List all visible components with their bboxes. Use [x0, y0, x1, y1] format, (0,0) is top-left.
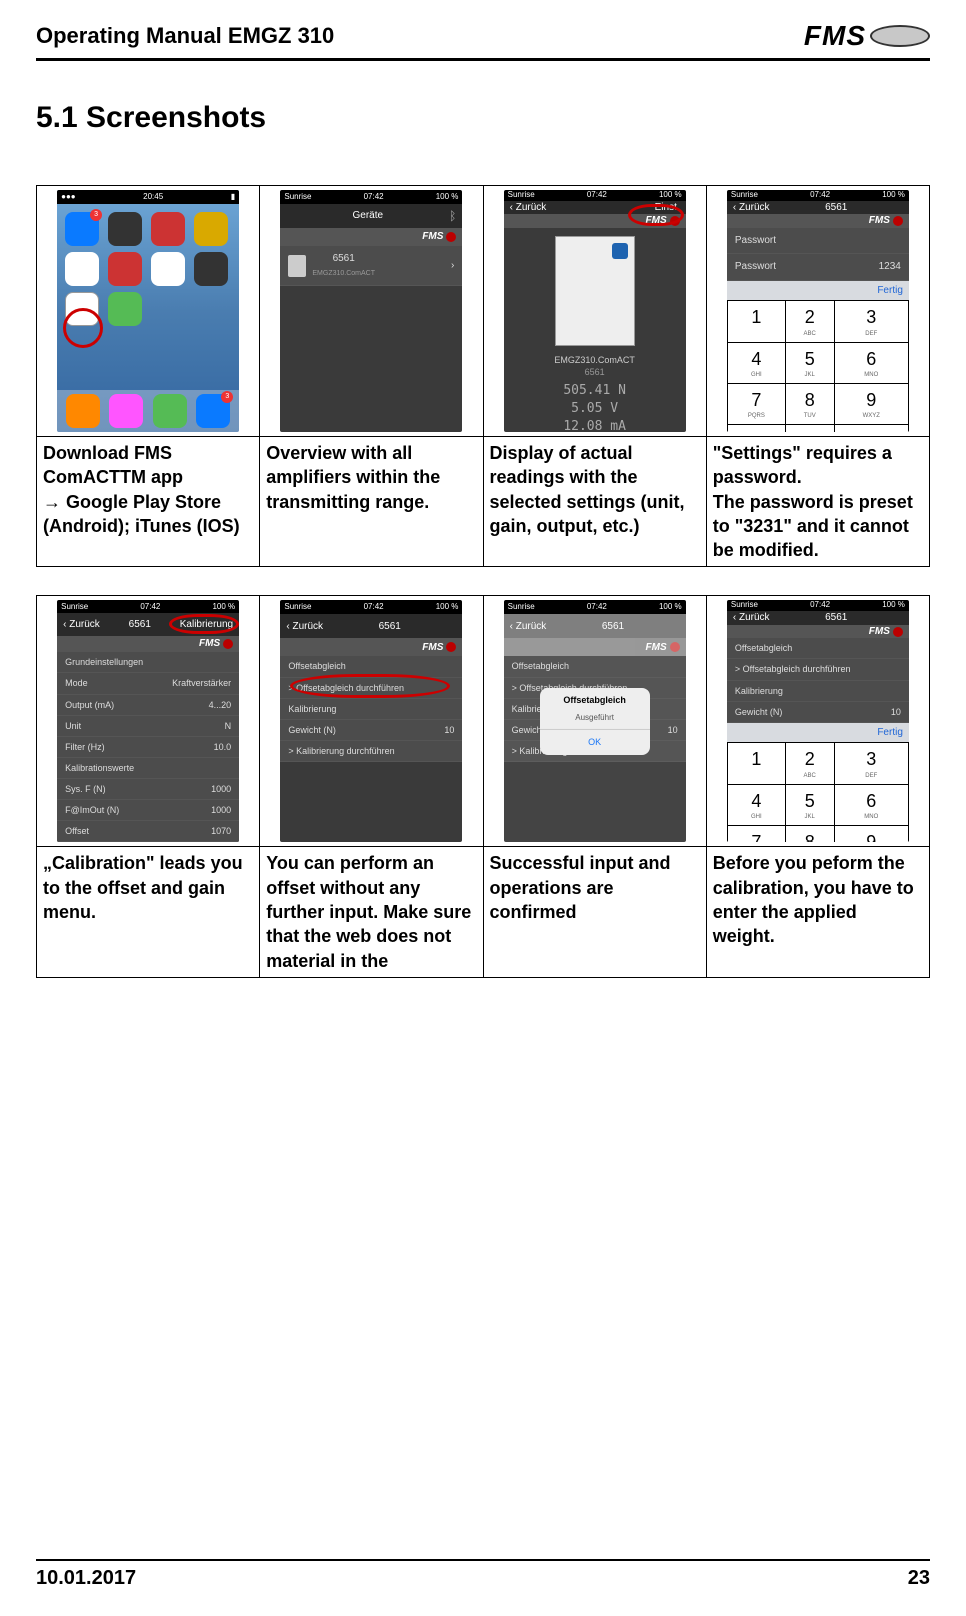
keypad-key[interactable]: 1: [727, 743, 785, 784]
numeric-keypad[interactable]: Fertig 12ABC3DEF 4GHI5JKL6MNO 7PQRS8TUV9WX…: [727, 281, 909, 432]
keypad-key[interactable]: 7PQRS: [727, 384, 785, 425]
caption-1: Download FMS ComACTTM app → Google Play …: [37, 437, 260, 567]
phone-devices: Sunrise07:42100 % Geräteᛒ FMS 6561EMGZ31…: [280, 190, 462, 432]
phone-readings: Sunrise07:42100 % ‹ ZurückEinst. FMS EMG…: [504, 190, 686, 432]
keypad-key[interactable]: 7PQRS: [727, 826, 785, 843]
keypad-key[interactable]: 5JKL: [785, 342, 834, 383]
keypad-key[interactable]: 4GHI: [727, 342, 785, 383]
device-image: [555, 236, 635, 346]
keypad-key[interactable]: 6MNO: [834, 342, 908, 383]
list-item[interactable]: Offsetabgleich: [504, 656, 686, 677]
confirm-popup: Offsetabgleich Ausgeführt OK: [540, 688, 650, 754]
screenshot-password: Sunrise07:42100 % ‹ Zurück6561 FMS Passw…: [706, 186, 929, 437]
phone-calibration: Sunrise07:42100 % ‹ Zurück6561Kalibrieru…: [57, 600, 239, 842]
chevron-right-icon: ›: [451, 259, 454, 273]
logo-shape-icon: [870, 25, 930, 47]
screenshot-devices: Sunrise07:42100 % Geräteᛒ FMS 6561EMGZ31…: [260, 186, 483, 437]
keypad-key[interactable]: 4GHI: [727, 784, 785, 825]
logo-text: FMS: [804, 20, 866, 52]
screenshot-offset: Sunrise07:42100 % ‹ Zurück6561 FMS Offse…: [260, 596, 483, 847]
caption-8: Before you peform the calibration, you h…: [706, 847, 929, 977]
keypad-key[interactable]: 9WXYZ: [834, 826, 908, 843]
screenshot-home: ●●●20:45▮ 3 3: [37, 186, 260, 437]
keypad-table: 12ABC3DEF4GHI5JKL6MNO7PQRS8TUV9WXYZ,0⌫: [727, 742, 909, 842]
screenshot-calibration-menu: Sunrise07:42100 % ‹ Zurück6561Kalibrieru…: [37, 596, 260, 847]
keypad-key[interactable]: 3DEF: [834, 743, 908, 784]
keypad-key[interactable]: 2ABC: [785, 743, 834, 784]
keypad-key[interactable]: 8TUV: [785, 826, 834, 843]
caption-5: „Calibration" leads you to the offset an…: [37, 847, 260, 977]
caption-4: "Settings" requires a password.The passw…: [706, 437, 929, 567]
popup-ok-button[interactable]: OK: [540, 729, 650, 754]
screenshots-table-2: Sunrise07:42100 % ‹ Zurück6561Kalibrieru…: [36, 595, 930, 977]
caption-2: Overview with all amplifiers within the …: [260, 437, 483, 567]
phone-weight: Sunrise07:42100 % ‹ Zurück6561 FMS Offse…: [727, 600, 909, 842]
list-item[interactable]: Filter (Hz)10.0: [57, 737, 239, 758]
keypad-key[interactable]: 9WXYZ: [834, 384, 908, 425]
phone-password: Sunrise07:42100 % ‹ Zurück6561 FMS Passw…: [727, 190, 909, 432]
keypad-key[interactable]: 3DEF: [834, 301, 908, 342]
keypad-table: 12ABC3DEF 4GHI5JKL6MNO 7PQRS8TUV9WXYZ,0⌫: [727, 300, 909, 432]
list-item[interactable]: ModeKraftverstärker: [57, 673, 239, 694]
screenshot-confirm: Sunrise07:42100 % ‹ Zurück6561 FMS Offse…: [483, 596, 706, 847]
list-item[interactable]: Sys. F (N)1000: [57, 779, 239, 800]
footer-date: 10.01.2017: [36, 1567, 136, 1590]
keypad-key[interactable]: ⌫: [834, 425, 908, 432]
highlight-circle-icon: [63, 308, 103, 348]
back-button[interactable]: ‹ Zurück: [510, 201, 547, 215]
bluetooth-icon: ᛒ: [449, 208, 456, 224]
list-item[interactable]: Gewicht (N)10: [727, 702, 909, 723]
screenshots-table-1: ●●●20:45▮ 3 3 Sunrise07:42100 % Geräteᛒ …: [36, 185, 930, 567]
caption-7: Successful input and operations are conf…: [483, 847, 706, 977]
logo: FMS: [804, 20, 930, 52]
caption-3: Display of actual readings with the sele…: [483, 437, 706, 567]
list-item[interactable]: Grundeinstellungen: [57, 652, 239, 673]
keypad-key[interactable]: 5JKL: [785, 784, 834, 825]
list-item[interactable]: UnitN: [57, 716, 239, 737]
list-item[interactable]: Kalibrierung: [727, 681, 909, 702]
screenshot-weight: Sunrise07:42100 % ‹ Zurück6561 FMS Offse…: [706, 596, 929, 847]
caption-6: You can perform an offset without any fu…: [260, 847, 483, 977]
keypad-key[interactable]: 1: [727, 301, 785, 342]
settings-list-4: GrundeinstellungenModeKraftverstärkerOut…: [57, 652, 239, 842]
header-title: Operating Manual EMGZ 310: [36, 23, 334, 49]
phone-home: ●●●20:45▮ 3 3: [57, 190, 239, 432]
done-button[interactable]: Fertig: [727, 281, 909, 301]
footer-page: 23: [908, 1567, 930, 1590]
keypad-key[interactable]: 2ABC: [785, 301, 834, 342]
list-item[interactable]: > Kalibrierung durchführen: [280, 741, 462, 762]
highlight-oval-icon: [169, 614, 239, 634]
device-row[interactable]: 6561EMGZ310.ComACT ›: [280, 246, 462, 286]
list-item[interactable]: Gewicht (N)10: [280, 720, 462, 741]
phone-confirm: Sunrise07:42100 % ‹ Zurück6561 FMS Offse…: [504, 600, 686, 842]
list-item[interactable]: Kalibrationswerte: [57, 758, 239, 779]
page-footer: 10.01.2017 23: [36, 1559, 930, 1590]
list-item[interactable]: Kalibrierung: [280, 699, 462, 720]
list-item[interactable]: Output (mA)4...20: [57, 695, 239, 716]
screenshot-readings: Sunrise07:42100 % ‹ ZurückEinst. FMS EMG…: [483, 186, 706, 437]
keypad-key[interactable]: 8TUV: [785, 384, 834, 425]
highlight-oval-icon: [628, 204, 684, 226]
list-item[interactable]: Offsetabgleich: [727, 638, 909, 659]
list-item[interactable]: Offset1070: [57, 821, 239, 842]
section-title: 5.1 Screenshots: [36, 101, 930, 135]
page-header: Operating Manual EMGZ 310 FMS: [36, 20, 930, 61]
list-item[interactable]: F@ImOut (N)1000: [57, 800, 239, 821]
done-button[interactable]: Fertig: [727, 723, 909, 743]
highlight-oval-icon: [290, 674, 450, 698]
numeric-keypad[interactable]: Fertig 12ABC3DEF 4GHI5JKL6MNO 7PQRS8TUV9WX…: [727, 723, 909, 843]
keypad-key[interactable]: 0: [785, 425, 834, 432]
keypad-key[interactable]: ,: [727, 425, 785, 432]
keypad-key[interactable]: 6MNO: [834, 784, 908, 825]
settings-list-7: Offsetabgleich> Offsetabgleich durchführ…: [727, 638, 909, 723]
list-item[interactable]: > Offsetabgleich durchführen: [727, 659, 909, 680]
phone-offset: Sunrise07:42100 % ‹ Zurück6561 FMS Offse…: [280, 600, 462, 842]
